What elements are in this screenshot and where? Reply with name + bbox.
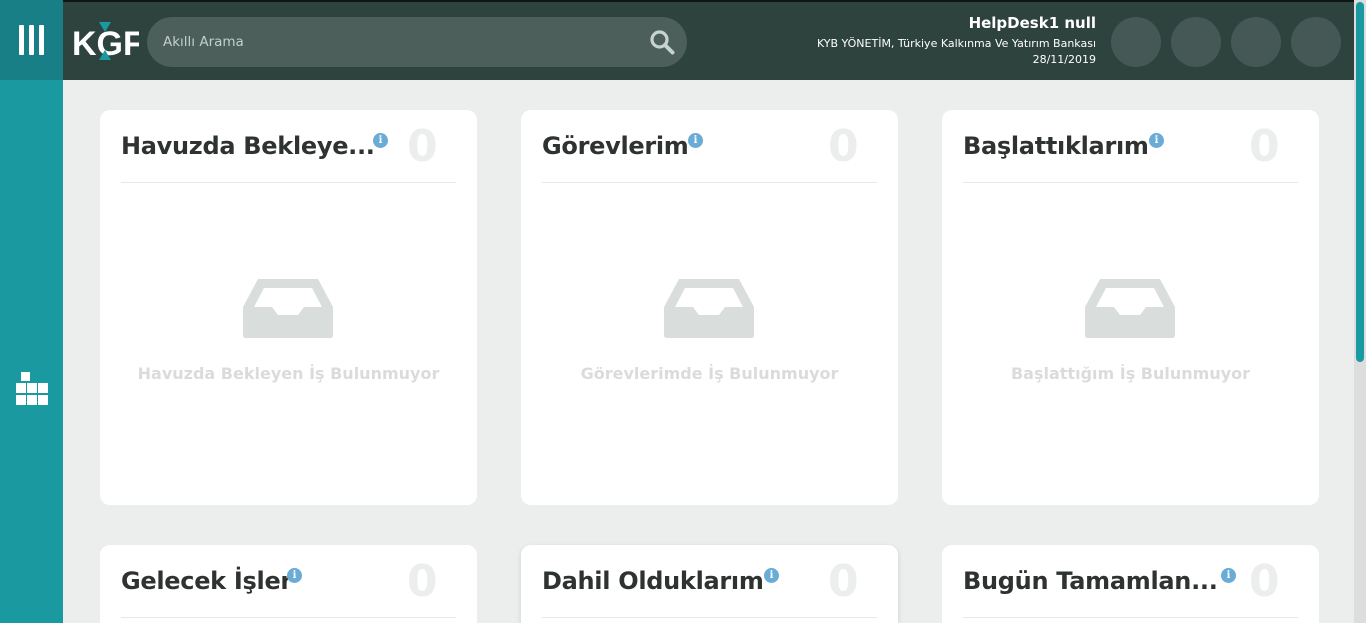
empty-state-text: Başlattığım İş Bulunmuyor bbox=[1010, 364, 1251, 383]
kgf-logo[interactable]: KGF bbox=[71, 18, 139, 64]
menu-toggle-button[interactable] bbox=[0, 0, 63, 80]
card-title: Dahil Olduklarım bbox=[542, 567, 764, 595]
header-action-button-2[interactable] bbox=[1171, 17, 1221, 67]
card-count: 0 bbox=[1249, 556, 1280, 607]
card-header: Gelecek İşler i 0 bbox=[121, 545, 456, 618]
info-icon[interactable]: i bbox=[764, 568, 779, 583]
card-header: Bugün Tamamlan... i 0 bbox=[963, 545, 1298, 618]
card-title: Havuzda Bekleye... bbox=[121, 132, 375, 160]
hamburger-menu-icon bbox=[19, 25, 44, 55]
card-header: Görevlerim i 0 bbox=[542, 110, 877, 183]
header-action-button-1[interactable] bbox=[1111, 17, 1161, 67]
left-rail bbox=[0, 0, 63, 623]
search-icon[interactable] bbox=[649, 29, 675, 55]
card-title: Başlattıklarım bbox=[963, 132, 1149, 160]
empty-state-text: Görevlerimde İş Bulunmuyor bbox=[580, 364, 839, 383]
user-organization: KYB YÖNETİM, Türkiye Kalkınma Ve Yatırım… bbox=[816, 37, 1096, 50]
card-count: 0 bbox=[407, 121, 438, 172]
info-icon[interactable]: i bbox=[373, 133, 388, 148]
current-date: 28/11/2019 bbox=[1032, 53, 1096, 66]
inbox-tray-icon bbox=[664, 279, 754, 338]
card-count: 0 bbox=[407, 556, 438, 607]
user-name: HelpDesk1 null bbox=[968, 14, 1096, 32]
page-scrollbar[interactable] bbox=[1354, 0, 1366, 623]
card-count: 0 bbox=[1249, 121, 1280, 172]
card-header: Başlattıklarım i 0 bbox=[963, 110, 1298, 183]
info-icon[interactable]: i bbox=[688, 133, 703, 148]
card-completed-today[interactable]: Bugün Tamamlan... i 0 bbox=[942, 545, 1319, 623]
info-icon[interactable]: i bbox=[1221, 568, 1236, 583]
card-my-tasks[interactable]: Görevlerim i 0 Görevlerimde İş Bulunmuyo… bbox=[521, 110, 898, 505]
user-info: HelpDesk1 null KYB YÖNETİM, Türkiye Kalk… bbox=[817, 13, 1096, 68]
inbox-tray-icon bbox=[1085, 279, 1175, 338]
card-involved[interactable]: Dahil Olduklarım i 0 bbox=[521, 545, 898, 623]
card-initiated[interactable]: Başlattıklarım i 0 Başlattığım İş Bulunm… bbox=[942, 110, 1319, 505]
info-icon[interactable]: i bbox=[1149, 133, 1164, 148]
card-count: 0 bbox=[828, 556, 859, 607]
card-title: Gelecek İşler bbox=[121, 567, 292, 595]
card-title: Bugün Tamamlan... bbox=[963, 567, 1218, 595]
header-action-button-4[interactable] bbox=[1291, 17, 1341, 67]
top-header: KGF HelpDesk1 null KYB YÖNETİM, Türkiye … bbox=[63, 0, 1354, 80]
card-header: Havuzda Bekleye... i 0 bbox=[121, 110, 456, 183]
search-input[interactable] bbox=[163, 17, 633, 67]
inbox-tray-icon bbox=[243, 279, 333, 338]
card-upcoming[interactable]: Gelecek İşler i 0 bbox=[100, 545, 477, 623]
info-icon[interactable]: i bbox=[287, 568, 302, 583]
empty-state-text: Havuzda Bekleyen İş Bulunmuyor bbox=[137, 364, 440, 383]
scrollbar-thumb[interactable] bbox=[1356, 2, 1364, 362]
header-action-button-3[interactable] bbox=[1231, 17, 1281, 67]
smart-search-box bbox=[147, 17, 687, 67]
card-title: Görevlerim bbox=[542, 132, 689, 160]
card-header: Dahil Olduklarım i 0 bbox=[542, 545, 877, 618]
boxes-icon[interactable] bbox=[14, 372, 50, 406]
card-pool-waiting[interactable]: Havuzda Bekleye... i 0 Havuzda Bekleyen … bbox=[100, 110, 477, 505]
card-count: 0 bbox=[828, 121, 859, 172]
